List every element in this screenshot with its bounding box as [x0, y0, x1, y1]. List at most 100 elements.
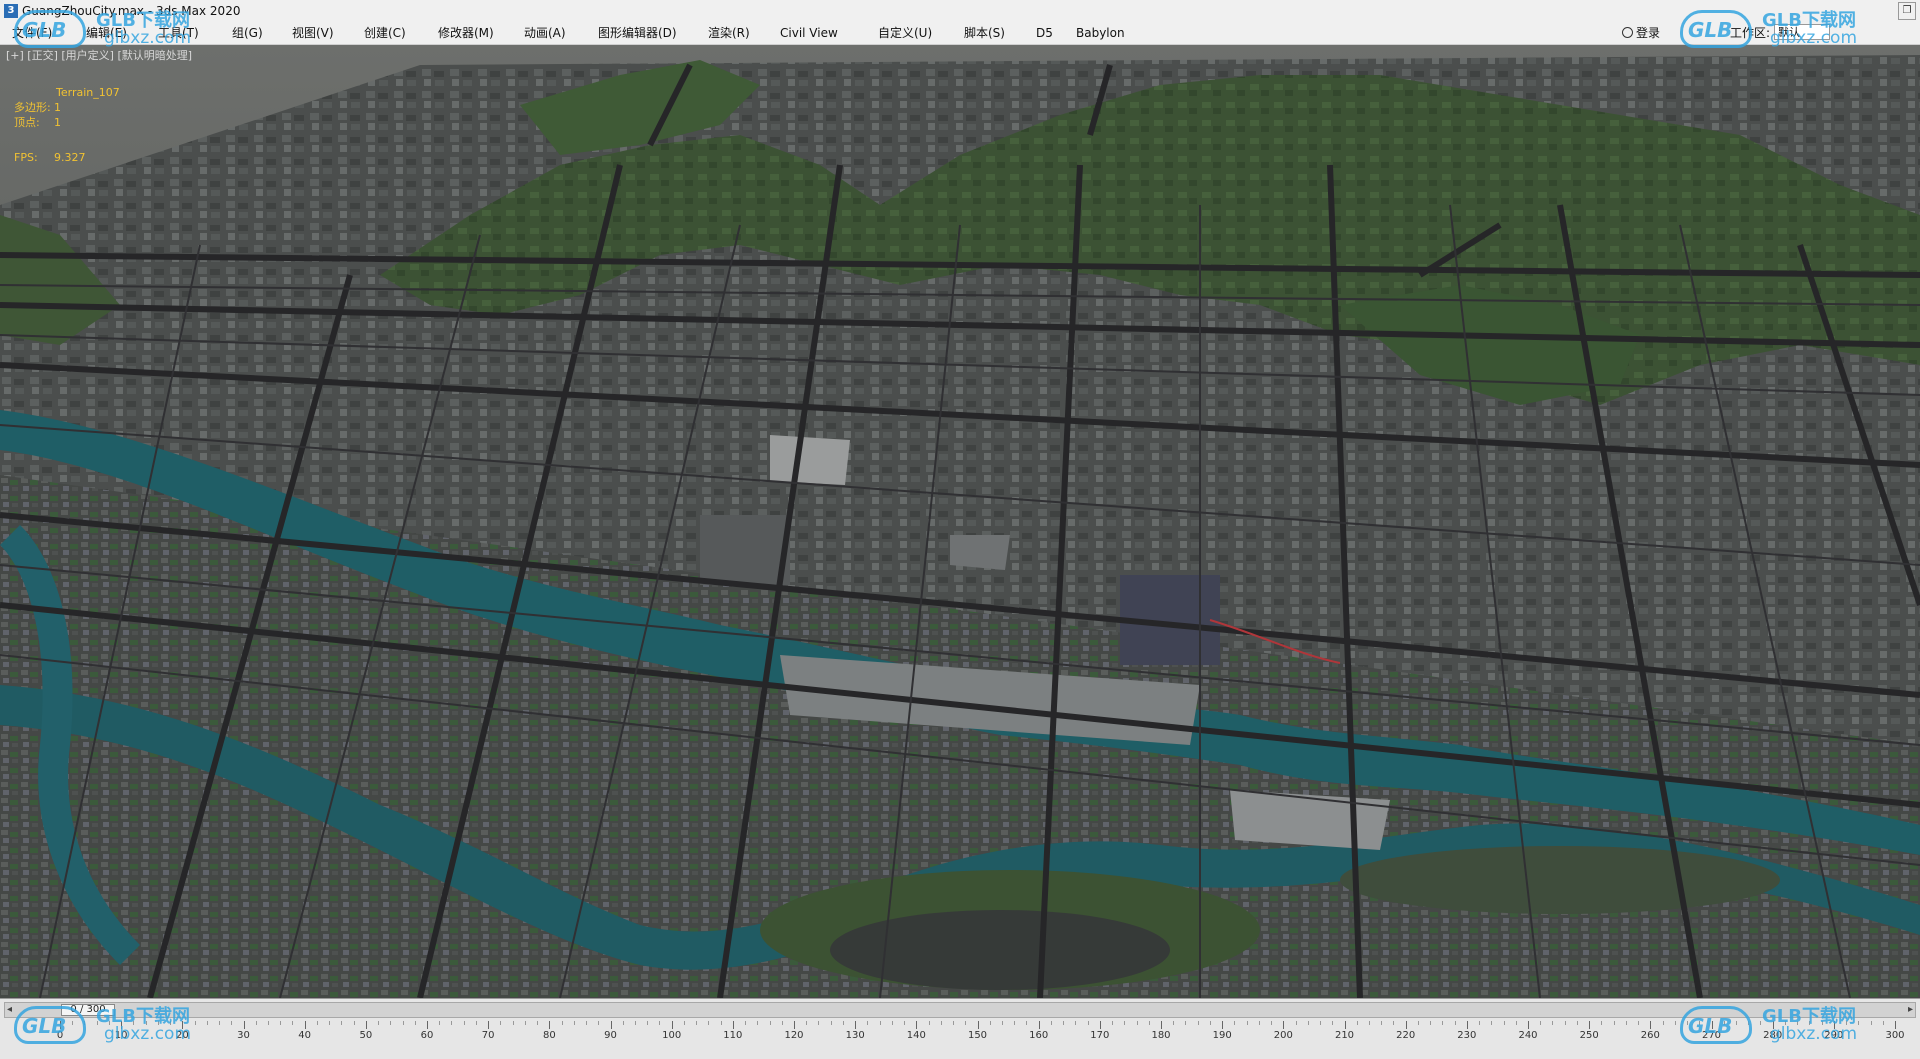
ruler-tick	[1283, 1021, 1285, 1029]
ruler-tick	[794, 1021, 795, 1029]
ruler-minor-tick	[891, 1021, 893, 1025]
ruler-minor-tick	[500, 1021, 502, 1025]
ruler-minor-tick	[414, 1021, 416, 1025]
ruler-minor-tick	[267, 1021, 269, 1025]
scene-statistics: Terrain_107 多边形: 1 顶点: 1	[14, 85, 120, 130]
ruler-tick	[1895, 1021, 1896, 1029]
ruler-tick-label: 130	[845, 1030, 865, 1041]
ruler-minor-tick	[475, 1021, 477, 1025]
ruler-tick	[304, 1021, 306, 1029]
ruler-minor-tick	[451, 1021, 453, 1025]
menu-animation[interactable]: 动画(A)	[524, 22, 566, 44]
ruler-minor-tick	[696, 1021, 698, 1025]
ruler-minor-tick	[1173, 1021, 1175, 1025]
ruler-minor-tick	[1625, 1021, 1627, 1025]
ruler-minor-tick	[904, 1021, 906, 1025]
ruler-minor-tick	[1417, 1021, 1419, 1025]
ruler-tick	[243, 1021, 245, 1029]
next-frame-icon[interactable]: ▸	[1908, 1003, 1913, 1017]
ruler-minor-tick	[598, 1021, 600, 1025]
menu-create[interactable]: 创建(C)	[364, 22, 406, 44]
menu-graph-editors[interactable]: 图形编辑器(D)	[598, 22, 677, 44]
menu-customize[interactable]: 自定义(U)	[878, 22, 932, 44]
ruler-minor-tick	[1368, 1021, 1370, 1025]
ruler-tick	[1405, 1021, 1407, 1029]
ruler-minor-tick	[1503, 1021, 1505, 1025]
ruler-tick	[488, 1021, 490, 1029]
watermark-top-right: GLB GLB下载网 glbxz.com	[1680, 4, 1890, 52]
ruler-tick	[1528, 1021, 1529, 1029]
ruler-minor-tick	[745, 1021, 747, 1025]
title-bar: 3 GuangZhouCity.max - 3ds Max 2020 ❐	[0, 0, 1920, 23]
ruler-minor-tick	[708, 1021, 710, 1025]
ruler-tick-label: 180	[1151, 1030, 1171, 1041]
ruler-minor-tick	[965, 1021, 967, 1025]
menu-d5[interactable]: D5	[1036, 22, 1053, 44]
timeline-panel: ◂ 0 / 300 ▸ 0 10 20 30 40 50 60 70 80 90 100 110 120…	[0, 998, 1920, 1059]
sign-in-label: 登录	[1635, 26, 1660, 40]
restore-window-button[interactable]: ❐	[1898, 2, 1916, 20]
ruler-tick	[365, 1021, 367, 1029]
ruler-minor-tick	[1234, 1021, 1236, 1025]
ruler-tick-label: 90	[604, 1030, 617, 1041]
ruler-minor-tick	[402, 1021, 404, 1025]
ruler-minor-tick	[1112, 1021, 1114, 1025]
ruler-minor-tick	[463, 1021, 465, 1025]
ruler-minor-tick	[1662, 1021, 1664, 1025]
ruler-tick-label: 70	[481, 1030, 495, 1041]
ruler-minor-tick	[1332, 1021, 1334, 1025]
ruler-tick-label: 190	[1212, 1030, 1232, 1041]
prev-frame-icon[interactable]: ◂	[7, 1003, 12, 1017]
ruler-minor-tick	[1075, 1021, 1077, 1025]
ruler-minor-tick	[561, 1021, 563, 1025]
ruler-minor-tick	[1613, 1021, 1615, 1025]
menu-view[interactable]: 视图(V)	[292, 22, 334, 44]
ruler-minor-tick	[683, 1021, 685, 1025]
watermark-url: glbxz.com	[1770, 1024, 1858, 1044]
menu-civil-view[interactable]: Civil View	[780, 22, 838, 44]
watermark-url: glbxz.com	[104, 28, 192, 48]
watermark-url: glbxz.com	[104, 1024, 192, 1044]
ruler-tick	[1161, 1021, 1162, 1029]
ruler-tick-label: 150	[967, 1030, 988, 1041]
ruler-minor-tick	[720, 1021, 722, 1025]
ruler-minor-tick	[1442, 1021, 1444, 1025]
ruler-tick-label: 160	[1029, 1030, 1049, 1041]
ruler-minor-tick	[1515, 1021, 1517, 1025]
ruler-tick	[855, 1021, 857, 1029]
ruler-minor-tick	[1393, 1021, 1395, 1025]
ruler-minor-tick	[659, 1021, 661, 1025]
track-bar-ruler[interactable]: 0 10 20 30 40 50 60 70 80 90 100 110 120 130 140 150 160…	[0, 1021, 1920, 1057]
ruler-tick-label: 100	[662, 1030, 682, 1041]
city-terrain-render	[0, 45, 1920, 998]
menu-rendering[interactable]: 渲染(R)	[708, 22, 750, 44]
ruler-tick	[1589, 1021, 1591, 1029]
ruler-minor-tick	[1576, 1021, 1578, 1025]
ruler-minor-tick	[316, 1021, 318, 1025]
menu-group[interactable]: 组(G)	[232, 22, 263, 44]
menu-scripting[interactable]: 脚本(S)	[964, 22, 1005, 44]
ruler-tick	[977, 1021, 979, 1029]
menu-babylon[interactable]: Babylon	[1076, 22, 1125, 44]
ruler-minor-tick	[329, 1021, 331, 1025]
ruler-minor-tick	[781, 1021, 783, 1025]
ruler-tick-label: 170	[1090, 1030, 1110, 1041]
ruler-minor-tick	[769, 1021, 771, 1025]
watermark-logo-text: GLB	[1688, 18, 1733, 42]
menu-modifiers[interactable]: 修改器(M)	[438, 22, 494, 44]
ruler-minor-tick	[1258, 1021, 1260, 1025]
ruler-minor-tick	[1124, 1021, 1126, 1025]
ruler-minor-tick	[1381, 1021, 1383, 1025]
ruler-minor-tick	[928, 1021, 930, 1025]
ruler-minor-tick	[390, 1021, 392, 1025]
ruler-tick	[549, 1021, 551, 1029]
menu-bar: 文件(F) 编辑(E) 工具(T) 组(G) 视图(V) 创建(C) 修改器(M…	[0, 22, 1920, 45]
fps-readout: FPS: 9.327	[14, 151, 86, 164]
time-slider[interactable]: ◂ 0 / 300 ▸	[4, 1002, 1916, 1018]
sign-in-button[interactable]: 登录	[1621, 22, 1660, 44]
fps-value: 9.327	[54, 151, 86, 164]
ruler-tick-label: 220	[1396, 1030, 1416, 1041]
ruler-tick	[610, 1021, 612, 1029]
ruler-minor-tick	[1295, 1021, 1297, 1025]
perspective-viewport[interactable]: [+] [正交] [用户定义] [默认明暗处理] Terrain_107 多边形…	[0, 45, 1920, 998]
